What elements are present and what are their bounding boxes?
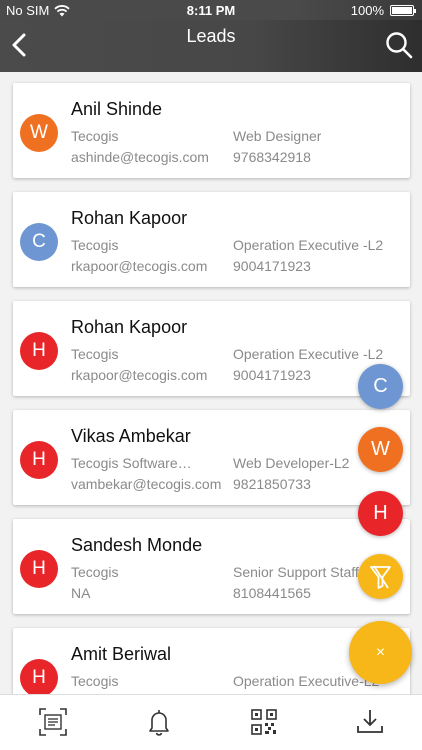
lead-email: rkapoor@tecogis.com bbox=[71, 258, 208, 274]
fab-close-button[interactable]: × bbox=[349, 621, 412, 684]
lead-role: Senior Support Staff bbox=[233, 564, 359, 580]
lead-card[interactable]: C Rohan Kapoor Tecogis rkapoor@tecogis.c… bbox=[13, 192, 410, 287]
status-bar: No SIM 8:11 PM 100% bbox=[0, 0, 422, 20]
lead-role: Web Designer bbox=[233, 128, 322, 144]
lead-email: vambekar@tecogis.com bbox=[71, 476, 222, 492]
lead-phone: 9821850733 bbox=[233, 476, 311, 492]
filter-cold-button[interactable]: C bbox=[358, 364, 403, 409]
lead-name: Amit Beriwal bbox=[71, 644, 172, 664]
lead-company: Tecogis bbox=[71, 346, 119, 362]
bottom-tab-bar bbox=[0, 694, 422, 750]
lead-email: NA bbox=[71, 585, 91, 601]
status-right: 100% bbox=[350, 3, 416, 18]
lead-company: Tecogis bbox=[71, 673, 119, 689]
lead-name: Anil Shinde bbox=[71, 99, 163, 119]
nav-bar: Leads bbox=[0, 20, 422, 72]
battery-percent: 100% bbox=[350, 3, 384, 18]
lead-role: Web Developer-L2 bbox=[233, 455, 350, 471]
lead-company: Tecogis Software… bbox=[71, 455, 192, 471]
lead-phone: 9768342918 bbox=[233, 149, 311, 165]
search-icon[interactable] bbox=[384, 30, 414, 60]
lead-avatar: C bbox=[20, 223, 58, 261]
lead-card[interactable]: H Vikas Ambekar Tecogis Software… vambek… bbox=[13, 410, 410, 505]
lead-avatar: H bbox=[20, 441, 58, 479]
lead-avatar: W bbox=[20, 114, 58, 152]
lead-role: Operation Executive -L2 bbox=[233, 346, 384, 362]
qr-code-icon[interactable] bbox=[249, 707, 279, 737]
lead-company: Tecogis bbox=[71, 564, 119, 580]
download-icon[interactable] bbox=[355, 707, 385, 737]
lead-avatar: H bbox=[20, 659, 58, 694]
lead-phone: 9004171923 bbox=[233, 258, 311, 274]
filter-warm-button[interactable]: W bbox=[358, 427, 403, 472]
lead-phone: 9004171923 bbox=[233, 367, 311, 383]
page-title: Leads bbox=[186, 26, 236, 46]
lead-card[interactable]: H Sandesh Monde Tecogis NA Senior Suppor… bbox=[13, 519, 410, 614]
funnel-icon bbox=[370, 565, 391, 589]
lead-role: Operation Executive -L2 bbox=[233, 237, 384, 253]
lead-email: rkapoor@tecogis.com bbox=[71, 367, 208, 383]
card-scan-icon[interactable] bbox=[38, 707, 68, 737]
lead-name: Vikas Ambekar bbox=[71, 426, 191, 446]
lead-company: Tecogis bbox=[71, 237, 119, 253]
lead-role: Operation Executive-L2 bbox=[233, 673, 380, 689]
filter-all-button[interactable] bbox=[358, 554, 403, 599]
lead-name: Rohan Kapoor bbox=[71, 208, 188, 228]
filter-hot-button[interactable]: H bbox=[358, 491, 403, 536]
lead-avatar: H bbox=[20, 332, 58, 370]
lead-name: Sandesh Monde bbox=[71, 535, 203, 555]
lead-name: Rohan Kapoor bbox=[71, 317, 188, 337]
lead-card[interactable]: H Rohan Kapoor Tecogis rkapoor@tecogis.c… bbox=[13, 301, 410, 396]
lead-avatar: H bbox=[20, 550, 58, 588]
lead-card[interactable]: W Anil Shinde Tecogis ashinde@tecogis.co… bbox=[13, 83, 410, 178]
lead-phone: 8108441565 bbox=[233, 585, 311, 601]
bell-icon[interactable] bbox=[144, 707, 174, 737]
lead-company: Tecogis bbox=[71, 128, 119, 144]
lead-email: ashinde@tecogis.com bbox=[71, 149, 209, 165]
battery-icon bbox=[390, 5, 416, 16]
